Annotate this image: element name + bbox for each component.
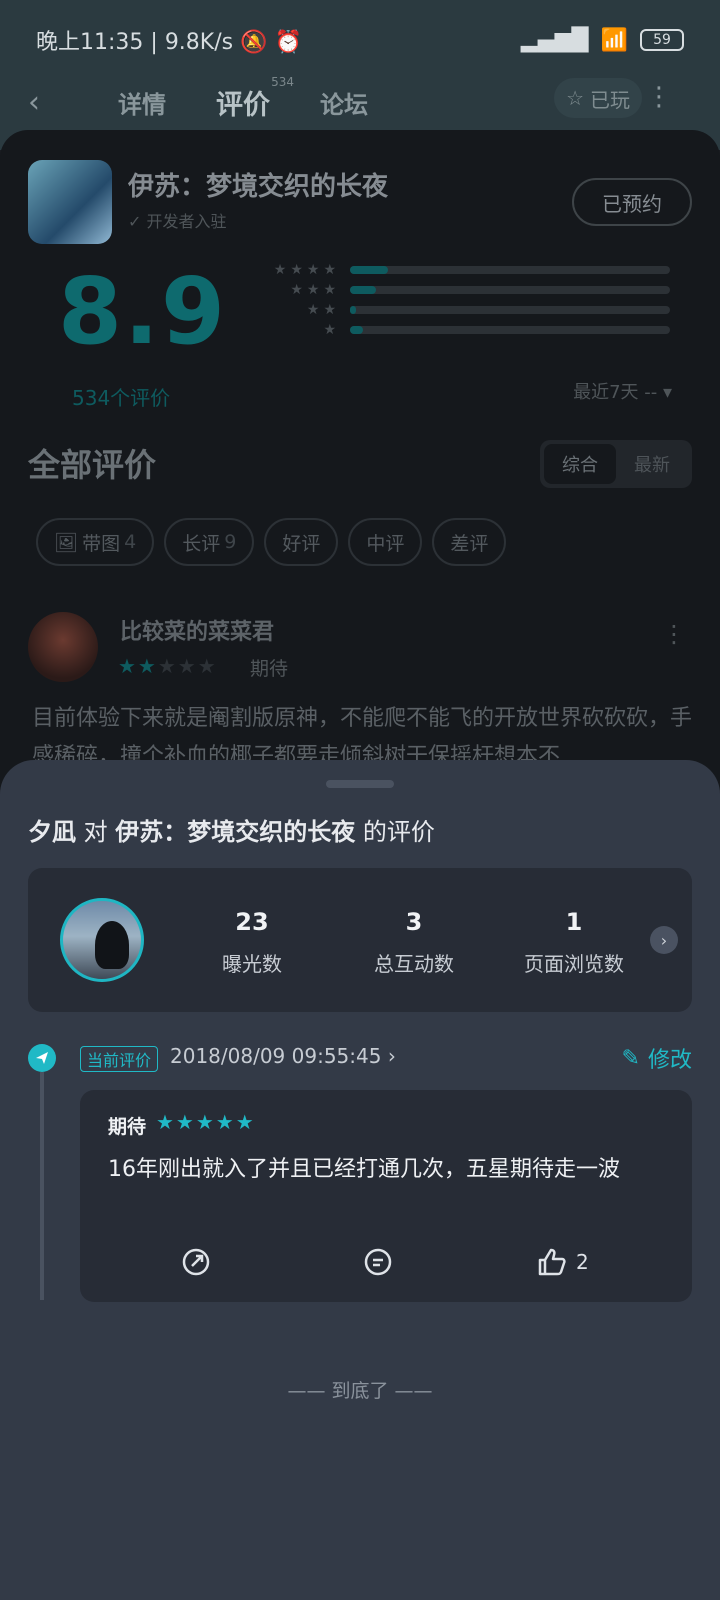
all-reviews-title: 全部评价 bbox=[28, 446, 157, 484]
avatar[interactable] bbox=[28, 612, 98, 682]
rating-count[interactable]: 534个评价 bbox=[72, 382, 170, 411]
stats-card[interactable]: 23 曝光数 3 总互动数 1 页面浏览数 › bbox=[28, 868, 692, 1012]
status-time: 晚上11:35 bbox=[36, 30, 144, 55]
review-text: 16年刚出就入了并且已经打通几次，五星期待走一波 bbox=[108, 1157, 620, 1182]
rating-score: 8.9 bbox=[58, 258, 227, 365]
review-card: 期待 ★★★★★ 16年刚出就入了并且已经打通几次，五星期待走一波 2 bbox=[80, 1090, 692, 1302]
review-tag: 期待 bbox=[108, 1116, 147, 1138]
rating-row: ★ bbox=[240, 320, 670, 340]
stat-exposure: 23 曝光数 bbox=[222, 908, 282, 976]
sort-toggle: 综合 最新 bbox=[540, 440, 692, 488]
current-review-badge: 当前评价 bbox=[80, 1046, 159, 1072]
review-actions: 2 bbox=[80, 1242, 692, 1282]
comment-icon bbox=[364, 1248, 392, 1276]
edit-button[interactable]: ✎ 修改 bbox=[622, 1042, 692, 1074]
rating-row: ★★ bbox=[240, 300, 670, 320]
drag-handle[interactable] bbox=[326, 780, 394, 788]
rating-row: ★★★ bbox=[240, 280, 670, 300]
stat-page-views: 1 页面浏览数 bbox=[524, 908, 624, 976]
review-tag: 期待 bbox=[250, 658, 289, 680]
share-button[interactable] bbox=[180, 1242, 212, 1282]
filter-with-image[interactable]: 🖼 带图 4 bbox=[36, 518, 155, 566]
review-detail-sheet: 夕凪 对 伊苏：梦境交织的长夜 的评价 23 曝光数 3 总互动数 1 页面浏览… bbox=[0, 760, 720, 1600]
image-icon: 🖼 bbox=[54, 531, 79, 554]
filter-chips: 🖼 带图 4 长评 9 好评 中评 差评 bbox=[36, 518, 507, 566]
more-vertical-icon[interactable]: ⋮ bbox=[662, 620, 686, 648]
battery-icon: 59 bbox=[640, 29, 684, 51]
tab-reviews[interactable]: 评价 534 bbox=[216, 75, 294, 122]
filter-neutral[interactable]: 中评 bbox=[348, 518, 423, 566]
more-vertical-icon[interactable]: ⋮ bbox=[646, 82, 672, 112]
share-icon bbox=[182, 1248, 210, 1276]
network-speed: 9.8K/s bbox=[164, 30, 234, 55]
like-button[interactable]: 2 bbox=[536, 1242, 589, 1282]
end-of-list: —— 到底了 —— bbox=[287, 1380, 433, 1402]
status-left: 晚上11:35 | 9.8K/s 🔕 ⏰ bbox=[36, 30, 302, 55]
filter-negative[interactable]: 差评 bbox=[432, 518, 507, 566]
chevron-right-icon[interactable]: › bbox=[650, 926, 678, 954]
status-bar: 晚上11:35 | 9.8K/s 🔕 ⏰ ▂▄▆█ 📶 59 bbox=[36, 22, 684, 58]
mute-icon: 🔕 bbox=[240, 30, 268, 55]
sort-comprehensive[interactable]: 综合 bbox=[544, 444, 616, 484]
edit-icon: ✎ bbox=[621, 1045, 640, 1071]
star-outline-icon: ☆ bbox=[566, 86, 584, 110]
reviewer-name[interactable]: 比较菜的菜菜君 bbox=[120, 614, 274, 646]
rating-row: ★★★★ bbox=[240, 260, 670, 280]
thumbs-up-icon bbox=[538, 1248, 566, 1276]
top-nav: ‹ 详情 评价 534 论坛 ☆ 已玩 ⋮ bbox=[0, 72, 720, 132]
review-count-badge: 534 bbox=[271, 74, 294, 89]
review-date[interactable]: 2018/08/09 09:55:45 › bbox=[170, 1044, 396, 1068]
tab-details[interactable]: 详情 bbox=[118, 85, 166, 120]
alarm-icon: ⏰ bbox=[274, 30, 302, 55]
review-stars: ★★★★★ bbox=[156, 1110, 256, 1134]
comment-button[interactable] bbox=[362, 1242, 394, 1282]
rating-distribution: ★★★★ ★★★ ★★ ★ bbox=[240, 260, 670, 340]
rating-bar-fill bbox=[350, 286, 376, 294]
status-right: ▂▄▆█ 📶 59 bbox=[521, 28, 684, 53]
developer-verified: ✓ 开发者入驻 bbox=[128, 212, 227, 231]
like-count: 2 bbox=[576, 1250, 589, 1274]
sort-latest[interactable]: 最新 bbox=[616, 444, 688, 484]
stat-interactions: 3 总互动数 bbox=[374, 908, 454, 976]
timeline-line bbox=[40, 1072, 44, 1300]
filter-positive[interactable]: 好评 bbox=[264, 518, 339, 566]
rating-bar-fill bbox=[350, 266, 389, 274]
send-icon bbox=[28, 1044, 56, 1072]
wifi-icon: 📶 bbox=[600, 27, 628, 53]
tab-forum[interactable]: 论坛 bbox=[320, 85, 368, 120]
played-button[interactable]: ☆ 已玩 bbox=[554, 78, 642, 118]
top-area: 晚上11:35 | 9.8K/s 🔕 ⏰ ▂▄▆█ 📶 59 ‹ 详情 评价 53… bbox=[0, 0, 720, 150]
rating-bar-fill bbox=[350, 306, 357, 314]
check-circle-icon: ✓ bbox=[128, 212, 147, 231]
rating-bar-fill bbox=[350, 326, 363, 334]
avatar bbox=[60, 898, 144, 982]
reviewer-stars: ★★★★★ bbox=[118, 654, 218, 678]
recent-filter[interactable]: 最近7天 -- ▾ bbox=[573, 378, 672, 404]
filter-long-review[interactable]: 长评 9 bbox=[164, 518, 255, 566]
reserved-button[interactable]: 已预约 bbox=[572, 178, 692, 226]
sheet-title: 夕凪 对 伊苏：梦境交织的长夜 的评价 bbox=[28, 818, 435, 846]
chevron-left-icon[interactable]: ‹ bbox=[28, 85, 68, 120]
game-title: 伊苏：梦境交织的长夜 bbox=[128, 172, 389, 202]
signal-icon: ▂▄▆█ bbox=[520, 27, 589, 53]
game-icon[interactable] bbox=[28, 160, 112, 244]
